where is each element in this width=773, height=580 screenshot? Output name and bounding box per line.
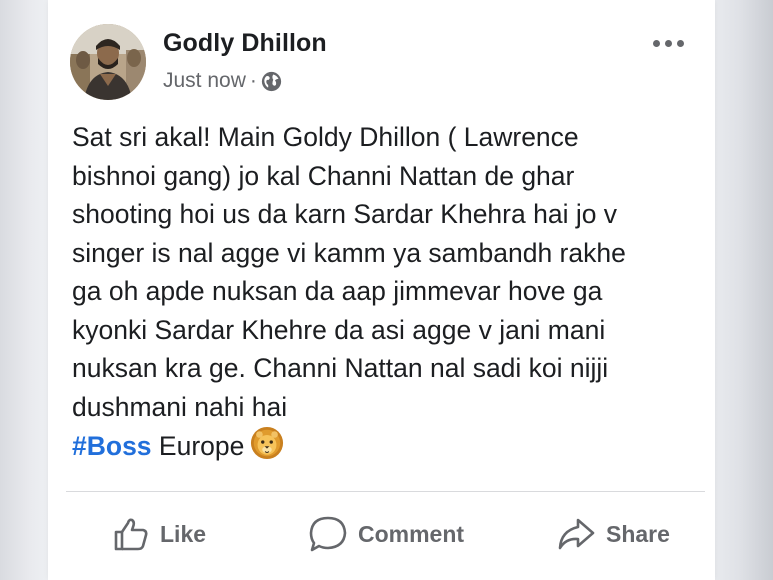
timestamp[interactable]: Just now <box>163 69 246 93</box>
post-body-line: Sat sri akal! Main Goldy Dhillon ( Lawre… <box>72 122 579 152</box>
hashtag-link[interactable]: #Boss <box>72 431 152 461</box>
like-label: Like <box>160 520 207 547</box>
globe-icon[interactable] <box>261 71 282 92</box>
share-label: Share <box>606 520 670 547</box>
like-button[interactable]: Like <box>112 510 206 558</box>
post-body-line: nuksan kra ge. Channi Nattan nal sadi ko… <box>72 353 609 383</box>
post-body-line: singer is nal agge vi kamm ya sambandh r… <box>72 237 626 268</box>
hashtag-suffix: Europe <box>151 431 245 461</box>
post-body: Sat sri akal! Main Goldy Dhillon ( Lawre… <box>72 118 712 466</box>
post-body-line: shooting hoi us da karn Sardar Khehra ha… <box>72 199 618 229</box>
comment-button[interactable]: Comment <box>308 510 464 558</box>
comment-bubble-icon <box>309 516 347 552</box>
avatar-image <box>70 24 146 100</box>
lion-face-icon <box>251 426 284 460</box>
post-card: Godly Dhillon Just now · Sat sri akal! M… <box>48 0 715 580</box>
action-bar: Like Comment Share <box>48 510 715 558</box>
post-meta: Just now · <box>163 69 282 93</box>
avatar[interactable] <box>70 24 146 100</box>
post-body-line: bishnoi gang) jo kal Channi Nattan de gh… <box>72 160 575 191</box>
post-body-line: ga oh apde nuksan da aap jimmevar hove g… <box>72 276 603 306</box>
author-name[interactable]: Godly Dhillon <box>163 29 327 58</box>
post-body-line: kyonki Sardar Khehre da asi agge v jani … <box>72 314 606 345</box>
share-arrow-icon <box>558 518 595 550</box>
comment-label: Comment <box>358 520 465 547</box>
post-body-line: dushmani nahi hai <box>72 391 288 422</box>
post-header: Godly Dhillon Just now · <box>70 24 715 104</box>
thumbs-up-icon <box>114 518 148 551</box>
hashtag-line: #Boss Europe <box>72 426 712 466</box>
divider <box>66 491 705 492</box>
share-button[interactable]: Share <box>556 510 670 558</box>
meta-separator: · <box>249 69 257 92</box>
more-options-icon[interactable] <box>653 28 715 58</box>
